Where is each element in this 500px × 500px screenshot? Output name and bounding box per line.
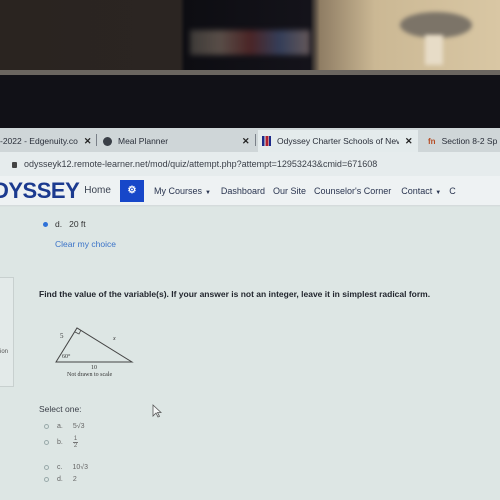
tab-title: Odyssey Charter Schools of Neva	[277, 136, 399, 146]
fn-favicon: fn	[428, 136, 436, 146]
lock-icon	[12, 162, 17, 168]
monitor-bezel	[0, 75, 500, 128]
address-bar[interactable]: odysseyk12.remote-learner.net/mod/quiz/a…	[0, 152, 500, 176]
answer-option-b[interactable]: b. 1 2	[44, 436, 79, 449]
answer-option-a[interactable]: a. 5√3	[44, 423, 84, 430]
bookshelf	[190, 30, 310, 55]
radio-button[interactable]	[44, 465, 49, 470]
radio-button[interactable]	[44, 424, 49, 429]
globe-icon	[103, 136, 112, 146]
previous-answer-option[interactable]: d. 20 ft	[43, 219, 86, 229]
settings-gear-button[interactable]: ⚙	[119, 179, 144, 202]
nav-label: My Courses	[153, 185, 202, 196]
tab-meal-planner[interactable]: Meal Planner ✕	[103, 130, 251, 152]
nav-label: Contact	[401, 185, 433, 196]
answer-option-d[interactable]: d. 2	[44, 476, 77, 483]
nav-dashboard[interactable]: Dashboard	[221, 186, 265, 196]
lamp-stem	[425, 35, 443, 65]
side-label-variable: x	[113, 336, 116, 342]
gear-icon: ⚙	[127, 185, 137, 196]
radio-button[interactable]	[44, 440, 49, 445]
mouse-cursor-icon	[152, 404, 162, 418]
clear-choice-link[interactable]: Clear my choice	[55, 239, 116, 249]
option-letter: d.	[57, 476, 63, 483]
nav-our-site[interactable]: Our Site	[273, 186, 306, 196]
room-background	[0, 0, 500, 76]
question-info-label: ion	[0, 349, 9, 355]
nav-more[interactable]: C	[449, 186, 456, 196]
odyssey-favicon	[262, 136, 271, 146]
question-info-panel	[0, 277, 14, 387]
tab-bar: -2022 - Edgenuity.co ✕ Meal Planner ✕ Od…	[0, 128, 500, 152]
close-tab-icon[interactable]: ✕	[405, 136, 413, 147]
browser-window: -2022 - Edgenuity.co ✕ Meal Planner ✕ Od…	[0, 128, 500, 500]
option-fraction: 1 2	[72, 436, 79, 449]
angle-label: 60°	[62, 354, 71, 360]
select-one-label: Select one:	[39, 404, 82, 414]
close-tab-icon[interactable]: ✕	[84, 136, 92, 147]
question-text: Find the value of the variable(s). If yo…	[39, 289, 431, 299]
triangle-diagram: 5 x 60° 10 Not drawn to scale	[50, 320, 150, 380]
option-letter: b.	[57, 439, 63, 446]
odyssey-logo[interactable]: DYSSEY	[0, 178, 80, 204]
diagram-caption: Not drawn to scale	[67, 372, 113, 378]
tab-odyssey[interactable]: Odyssey Charter Schools of Neva ✕	[258, 130, 418, 152]
triangle-figure	[55, 327, 134, 363]
option-value: 2	[72, 476, 77, 483]
option-value: 10√3	[72, 464, 88, 471]
quiz-content: d. 20 ft Clear my choice ion Find the va…	[0, 207, 500, 500]
tab-edgenuity[interactable]: -2022 - Edgenuity.co ✕	[0, 130, 92, 152]
hypotenuse-label: 10	[91, 365, 97, 371]
tab-title: Section 8-2 Sp	[441, 136, 498, 146]
tab-section[interactable]: fn Section 8-2 Sp	[428, 130, 500, 152]
photo-frame: -2022 - Edgenuity.co ✕ Meal Planner ✕ Od…	[0, 0, 500, 500]
option-letter: c.	[57, 464, 63, 471]
fraction-numerator: 1	[72, 436, 79, 443]
nav-home[interactable]: Home	[84, 185, 111, 196]
chevron-down-icon: ▼	[204, 189, 211, 196]
option-letter: d.	[55, 219, 63, 229]
tab-separator	[96, 134, 97, 146]
tab-title: Meal Planner	[118, 136, 169, 146]
nav-my-courses[interactable]: My Courses ▼	[154, 186, 211, 196]
option-letter: a.	[57, 423, 63, 430]
option-value: 20 ft	[69, 219, 86, 229]
site-navbar: DYSSEY Home ⚙ My Courses ▼ Dashboard Our …	[0, 176, 500, 206]
url-text[interactable]: odysseyk12.remote-learner.net/mod/quiz/a…	[24, 159, 377, 169]
nav-contact[interactable]: Contact ▼	[401, 186, 441, 196]
radio-button[interactable]	[44, 477, 49, 482]
tab-title: -2022 - Edgenuity.co	[0, 136, 78, 146]
side-label-short: 5	[60, 332, 64, 340]
tab-separator	[255, 134, 256, 146]
fraction-denominator: 2	[73, 443, 78, 449]
radio-selected[interactable]	[43, 221, 48, 227]
close-tab-icon[interactable]: ✕	[242, 136, 250, 147]
chevron-down-icon: ▼	[435, 189, 442, 196]
nav-counselors-corner[interactable]: Counselor's Corner	[314, 186, 391, 196]
answer-option-c[interactable]: c. 10√3	[44, 464, 88, 471]
option-value: 5√3	[72, 423, 85, 430]
